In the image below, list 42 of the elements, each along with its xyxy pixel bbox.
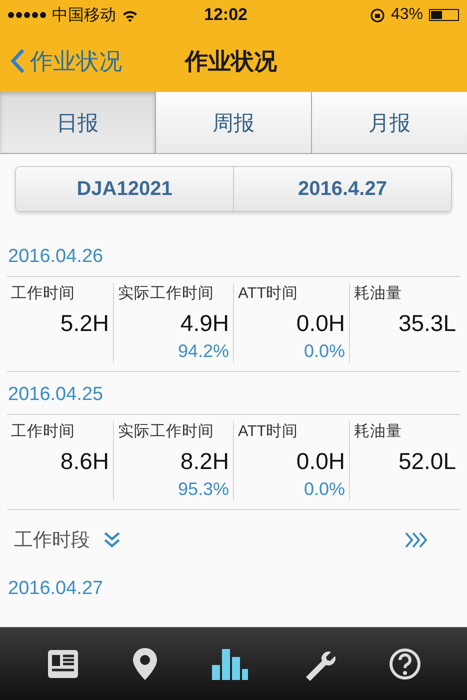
metric-label: ATT时间 bbox=[238, 422, 300, 442]
wifi-icon bbox=[122, 8, 138, 22]
clock-time: 12:02 bbox=[204, 5, 248, 25]
metric-percent: 95.3% bbox=[176, 479, 229, 500]
metric-label: 工作时间 bbox=[11, 284, 76, 304]
metric-label: 工作时间 bbox=[11, 422, 76, 442]
metric-percent: 0.0% bbox=[302, 341, 345, 362]
signal-icon bbox=[8, 12, 46, 18]
metric-value: 5.2H bbox=[59, 310, 109, 337]
report-date: 2016.04.26 bbox=[7, 234, 460, 277]
bar-chart-icon[interactable] bbox=[210, 647, 248, 681]
carrier-name: 中国移动 bbox=[52, 6, 116, 26]
metric-label: 耗油量 bbox=[354, 284, 403, 304]
metric-percent: 94.2% bbox=[176, 341, 229, 362]
rotation-lock-icon bbox=[370, 8, 385, 22]
metric-value: 8.2H bbox=[179, 448, 229, 475]
metric-percent: 0.0% bbox=[302, 479, 345, 500]
news-icon[interactable] bbox=[46, 649, 78, 679]
metric-value: 8.6H bbox=[59, 448, 109, 475]
page-title: 作业状况 bbox=[185, 46, 277, 76]
report-date: 2016.04.25 bbox=[7, 372, 460, 415]
metric-label: ATT时间 bbox=[238, 284, 300, 304]
metric-value: 4.9H bbox=[179, 310, 229, 337]
metric-label: 实际工作时间 bbox=[118, 284, 215, 304]
triple-chevron-right-icon[interactable] bbox=[404, 531, 428, 549]
battery-percent: 43% bbox=[390, 6, 423, 24]
help-icon[interactable] bbox=[388, 648, 420, 680]
metric-value: 52.0L bbox=[397, 448, 456, 475]
metric-value: 0.0H bbox=[295, 310, 345, 337]
section-label: 工作时段 bbox=[14, 529, 90, 553]
metric-value: 0.0H bbox=[295, 448, 345, 475]
battery-icon bbox=[429, 9, 459, 21]
metric-label: 耗油量 bbox=[354, 422, 403, 442]
map-pin-icon[interactable] bbox=[132, 647, 158, 681]
back-chevron-icon bbox=[10, 48, 26, 74]
report-tab[interactable]: 周报 bbox=[156, 92, 312, 153]
back-button[interactable]: 作业状况 bbox=[10, 46, 122, 76]
double-chevron-down-icon[interactable] bbox=[102, 531, 122, 549]
report-tab[interactable]: 日报 bbox=[0, 92, 156, 153]
metric-label: 实际工作时间 bbox=[118, 422, 215, 442]
report-date: 2016.04.27 bbox=[7, 577, 104, 601]
metric-value: 35.3L bbox=[397, 310, 456, 337]
